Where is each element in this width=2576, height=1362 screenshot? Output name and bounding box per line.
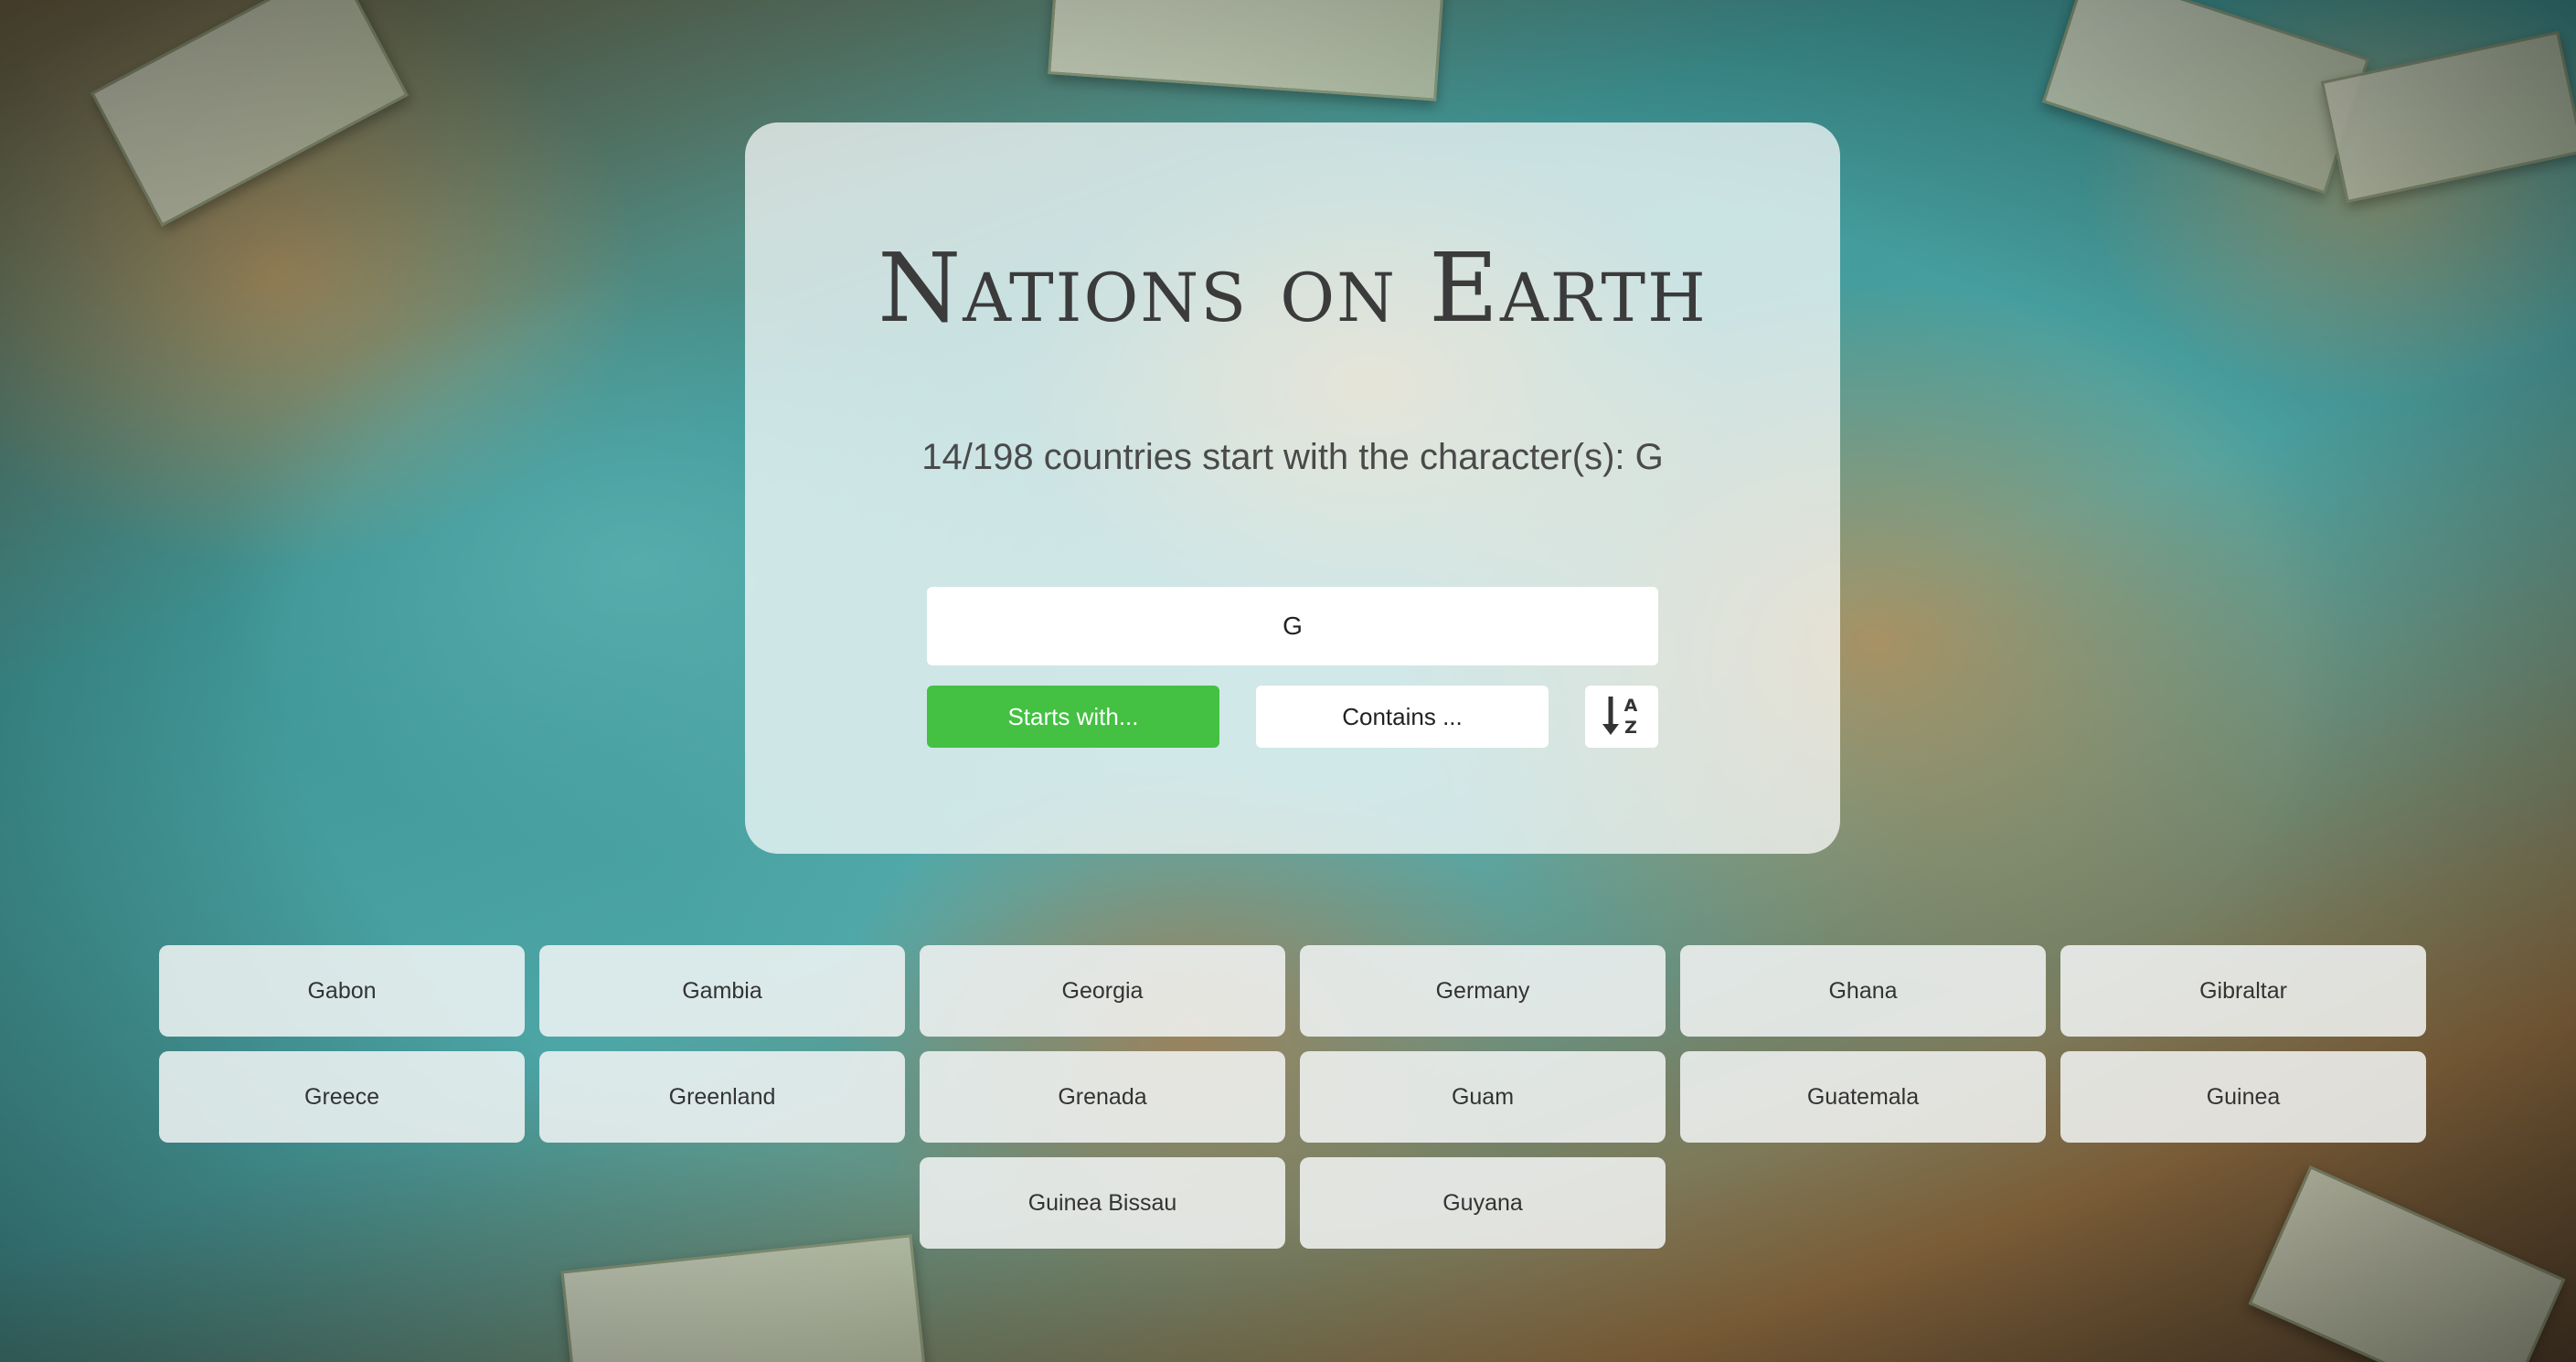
country-card[interactable]: Gambia bbox=[539, 945, 905, 1037]
country-card[interactable]: Greenland bbox=[539, 1051, 905, 1143]
contains-button[interactable]: Contains ... bbox=[1256, 686, 1549, 748]
country-card[interactable]: Guinea bbox=[2060, 1051, 2426, 1143]
country-card[interactable]: Georgia bbox=[920, 945, 1285, 1037]
country-card[interactable]: Guyana bbox=[1300, 1157, 1666, 1249]
country-card[interactable]: Guam bbox=[1300, 1051, 1666, 1143]
sort-button[interactable]: A Z bbox=[1585, 686, 1658, 748]
country-card[interactable]: Gibraltar bbox=[2060, 945, 2426, 1037]
country-card[interactable]: Gabon bbox=[159, 945, 525, 1037]
search-input[interactable] bbox=[927, 587, 1658, 665]
svg-text:A: A bbox=[1624, 696, 1638, 716]
page-title: Nations on Earth bbox=[878, 232, 1708, 344]
svg-text:Z: Z bbox=[1624, 718, 1637, 738]
country-card[interactable]: Germany bbox=[1300, 945, 1666, 1037]
starts-with-button[interactable]: Starts with... bbox=[927, 686, 1219, 748]
country-card[interactable]: Ghana bbox=[1680, 945, 2046, 1037]
country-card[interactable]: Grenada bbox=[920, 1051, 1285, 1143]
country-card[interactable]: Guinea Bissau bbox=[920, 1157, 1285, 1249]
sort-alpha-down-icon: A Z bbox=[1600, 691, 1644, 742]
country-card[interactable]: Guatemala bbox=[1680, 1051, 2046, 1143]
search-panel: Nations on Earth 14/198 countries start … bbox=[745, 122, 1840, 854]
country-card[interactable]: Greece bbox=[159, 1051, 525, 1143]
result-summary: 14/198 countries start with the characte… bbox=[921, 437, 1664, 477]
